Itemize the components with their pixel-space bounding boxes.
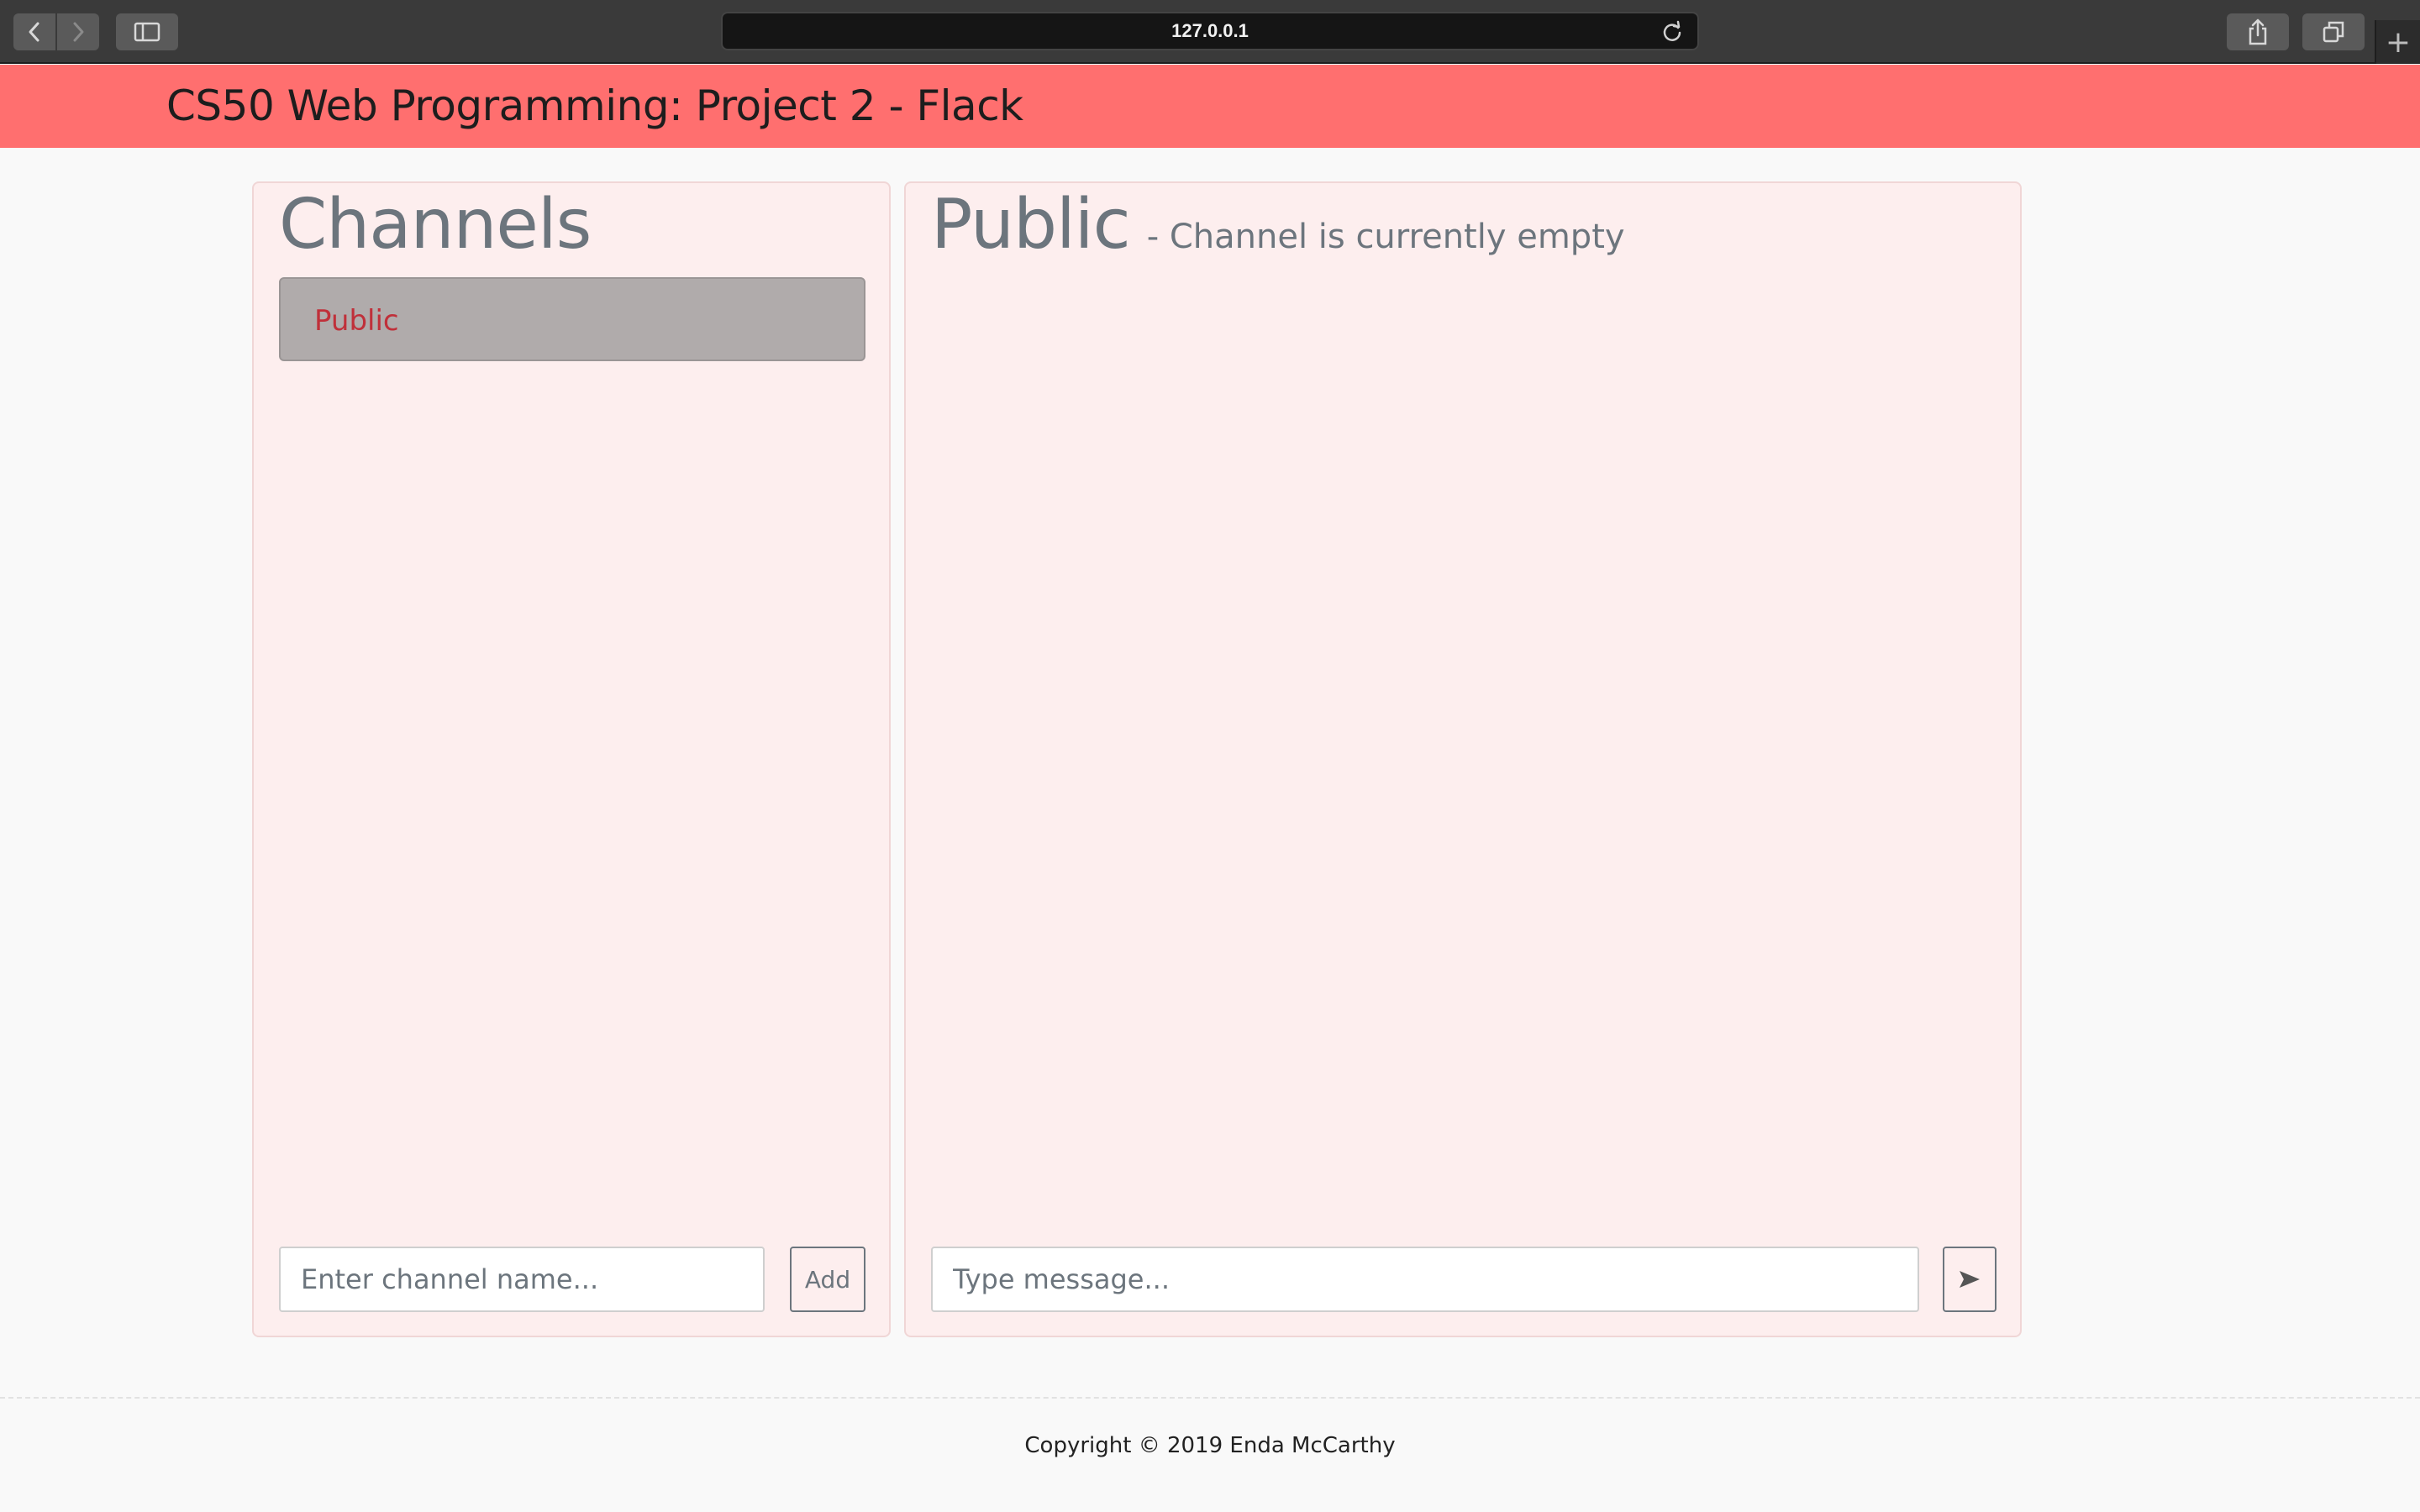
site-header: CS50 Web Programming: Project 2 - Flack [0,65,2420,148]
sidebar-toggle-button[interactable] [116,13,178,50]
address-text: 127.0.0.1 [1171,20,1249,41]
tab-overview-button[interactable] [2302,13,2365,50]
channels-heading: Channels [279,185,592,265]
browser-toolbar: 127.0.0.1 + [0,0,2420,64]
channels-panel: Channels Public Add [252,181,891,1337]
chat-channel-title: Public [931,185,1131,265]
plus-icon: + [2385,24,2412,60]
chat-status-text: - Channel is currently empty [1146,218,1625,256]
message-input[interactable] [931,1247,1919,1312]
sidebar-icon [134,22,160,42]
add-channel-button[interactable]: Add [790,1247,865,1312]
channel-item-public[interactable]: Public [279,277,865,361]
back-button[interactable] [13,13,55,50]
send-button[interactable] [1943,1247,1996,1312]
new-tab-button[interactable]: + [2375,20,2420,64]
tabs-icon [2323,21,2344,43]
chevron-right-icon [73,22,84,42]
channel-item-label: Public [314,304,399,338]
forward-button[interactable] [57,13,99,50]
chat-heading: Public - Channel is currently empty [931,185,1625,265]
share-button[interactable] [2227,13,2289,50]
chat-panel: Public - Channel is currently empty [904,181,2022,1337]
footer-divider [0,1397,2420,1399]
address-bar[interactable]: 127.0.0.1 [721,12,1699,50]
site-title: CS50 Web Programming: Project 2 - Flack [166,81,1023,130]
send-arrow-icon [1960,1271,1980,1288]
share-icon [2249,18,2267,45]
reload-icon[interactable] [1660,20,1684,44]
chevron-left-icon [29,22,39,42]
footer-copyright: Copyright © 2019 Enda McCarthy [1024,1433,1396,1458]
channel-name-input[interactable] [279,1247,765,1312]
